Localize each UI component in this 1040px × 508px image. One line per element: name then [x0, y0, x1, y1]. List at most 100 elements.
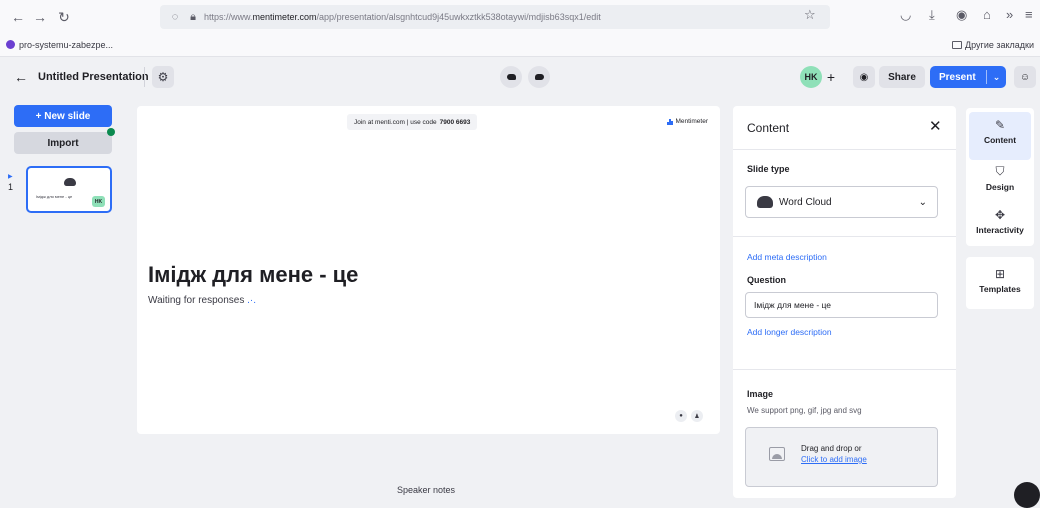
comment-bubble-icon [506, 74, 516, 80]
image-label: Image [747, 389, 774, 399]
pocket-icon[interactable]: ◡ [900, 7, 911, 23]
lock-icon[interactable]: 🔒︎ [186, 10, 200, 24]
presentation-title[interactable]: Untitled Presentation [38, 71, 149, 83]
tracking-shield-icon[interactable]: ◌ [168, 10, 182, 24]
reactions-icon[interactable]: ● [675, 410, 687, 422]
share-button[interactable]: Share [879, 66, 925, 88]
templates-icon: ⊞ [994, 267, 1006, 281]
word-cloud-icon [64, 178, 76, 186]
add-meta-description-link[interactable]: Add meta description [747, 252, 827, 262]
templates-rail: ⊞ Templates [966, 257, 1034, 309]
brand-name: Mentimeter [675, 118, 708, 125]
word-cloud-icon [757, 196, 773, 208]
other-bookmarks-label: Другие закладки [965, 39, 1034, 50]
image-placeholder-icon [769, 447, 785, 461]
pencil-icon: ✎ [994, 118, 1006, 132]
bookmark-star-icon[interactable]: ☆ [804, 7, 816, 23]
editor-side-rail: ✎ Content ⛉ Design ✥ Interactivity [966, 108, 1034, 246]
folder-icon [952, 40, 963, 49]
bookmarks-bar: pro-systemu-zabezpe... Другие закладки [0, 33, 1040, 57]
panel-divider [733, 369, 956, 370]
downloads-icon[interactable]: ⤓ [929, 7, 935, 23]
slide-type-label: Slide type [747, 164, 790, 174]
join-code: 7900 6693 [439, 118, 471, 126]
join-text: Join at menti.com | use code [354, 118, 437, 126]
help-button[interactable] [1014, 482, 1040, 508]
bookmark-item[interactable]: pro-systemu-zabezpe... [6, 40, 113, 50]
present-label: Present [939, 71, 976, 83]
add-longer-description-link[interactable]: Add longer description [747, 327, 832, 337]
question-label: Question [747, 275, 787, 285]
tab-templates[interactable]: ⊞ Templates [966, 267, 1034, 294]
tab-interactivity-label: Interactivity [976, 225, 1024, 235]
slide-canvas[interactable]: Join at menti.com | use code 7900 6693 M… [137, 106, 720, 434]
panel-divider [733, 149, 956, 150]
overflow-icon[interactable]: » [1006, 7, 1013, 22]
paint-bucket-icon: ⛉ [995, 164, 1005, 178]
slide-question[interactable]: Імідж для мене - це [148, 262, 358, 288]
extensions-icon[interactable]: ⌂ [983, 7, 991, 22]
waiting-status: Waiting for responses .·. [148, 295, 256, 306]
comments-button[interactable] [500, 66, 522, 88]
tab-design-label: Design [985, 182, 1015, 192]
tab-content-label: Content [983, 135, 1017, 145]
slide-number: 1 [8, 182, 14, 192]
tab-design[interactable]: ⛉ Design [966, 164, 1034, 192]
interactivity-icon: ✥ [994, 208, 1006, 222]
slide-type-value: Word Cloud [779, 196, 832, 208]
browser-back-icon[interactable]: ← [8, 7, 28, 27]
browser-forward-icon[interactable]: → [30, 7, 50, 27]
speaker-notes-toggle[interactable]: Speaker notes [397, 485, 455, 495]
url-domain: mentimeter.com [252, 12, 317, 22]
user-avatar[interactable]: HK [800, 66, 822, 88]
slide-thumbnail[interactable]: Імідж для мене - це HK [26, 166, 112, 213]
settings-gear-icon[interactable]: ⚙ [152, 66, 174, 88]
slide-thumbnail-avatar: HK [92, 196, 105, 207]
slide-type-select[interactable]: Word Cloud ⌄ [745, 186, 938, 218]
tab-templates-label: Templates [979, 284, 1021, 294]
header-divider [144, 67, 145, 87]
url-path: /app/presentation/alsgnhtcud9j45uwkxztkk… [316, 12, 601, 22]
notification-dot [107, 128, 115, 136]
url-prefix: https://www. [204, 12, 253, 22]
participants-icon[interactable]: ♟ [691, 410, 703, 422]
close-icon[interactable]: ✕ [929, 117, 942, 135]
import-button[interactable]: Import [14, 132, 112, 154]
chat-bubble-icon [534, 74, 544, 80]
other-bookmarks[interactable]: Другие закладки [952, 40, 1034, 50]
chat-button[interactable] [528, 66, 550, 88]
mentimeter-logo: Mentimeter [667, 118, 708, 125]
browser-reload-icon[interactable]: ↻ [54, 7, 74, 27]
question-input[interactable]: Імідж для мене - це [745, 292, 938, 318]
slide-thumbnail-title: Імідж для мене - це [36, 194, 73, 199]
image-drop-zone[interactable]: Drag and drop or Click to add image [745, 427, 938, 487]
image-format-hint: We support png, gif, jpg and svg [747, 406, 862, 415]
chevron-down-icon: ⌄ [918, 196, 927, 208]
url-bar[interactable]: ◌ 🔒︎ https://www. mentimeter.com/app/pres… [160, 5, 830, 29]
bookmark-label: pro-systemu-zabezpe... [19, 39, 114, 50]
mentimeter-bars-icon [667, 118, 673, 125]
new-slide-button[interactable]: + New slide [14, 105, 112, 127]
content-panel-title: Content [747, 121, 790, 135]
panel-divider [733, 236, 956, 237]
tab-interactivity[interactable]: ✥ Interactivity [966, 208, 1034, 235]
app-header: ← Untitled Presentation ⚙ HK + ◉ Share P… [0, 58, 1040, 96]
join-instructions: Join at menti.com | use code 7900 6693 [347, 114, 478, 130]
chevron-down-icon[interactable]: ⌄ [987, 72, 1006, 83]
profile-menu-icon[interactable]: ☺ [1014, 66, 1036, 88]
waiting-dots: .·. [244, 295, 257, 306]
account-icon[interactable]: ◉ [956, 7, 967, 23]
preview-eye-icon[interactable]: ◉ [853, 66, 875, 88]
tab-content[interactable]: ✎ Content [966, 118, 1034, 145]
add-image-link[interactable]: Click to add image [801, 455, 867, 464]
present-button[interactable]: Present ⌄ [930, 66, 1006, 88]
waiting-text: Waiting for responses [148, 295, 245, 306]
drop-zone-text: Drag and drop or [801, 444, 862, 453]
site-favicon-icon [6, 40, 15, 49]
browser-toolbar: ← → ↻ ◌ 🔒︎ https://www. mentimeter.com/ap… [0, 0, 1040, 33]
content-panel: Content ✕ Slide type Word Cloud ⌄ Add me… [733, 106, 956, 498]
menu-icon[interactable]: ≡ [1025, 7, 1033, 22]
invite-plus-icon[interactable]: + [822, 66, 840, 88]
current-slide-marker-icon: ▶ [8, 174, 13, 180]
back-arrow-icon[interactable]: ← [14, 69, 28, 85]
